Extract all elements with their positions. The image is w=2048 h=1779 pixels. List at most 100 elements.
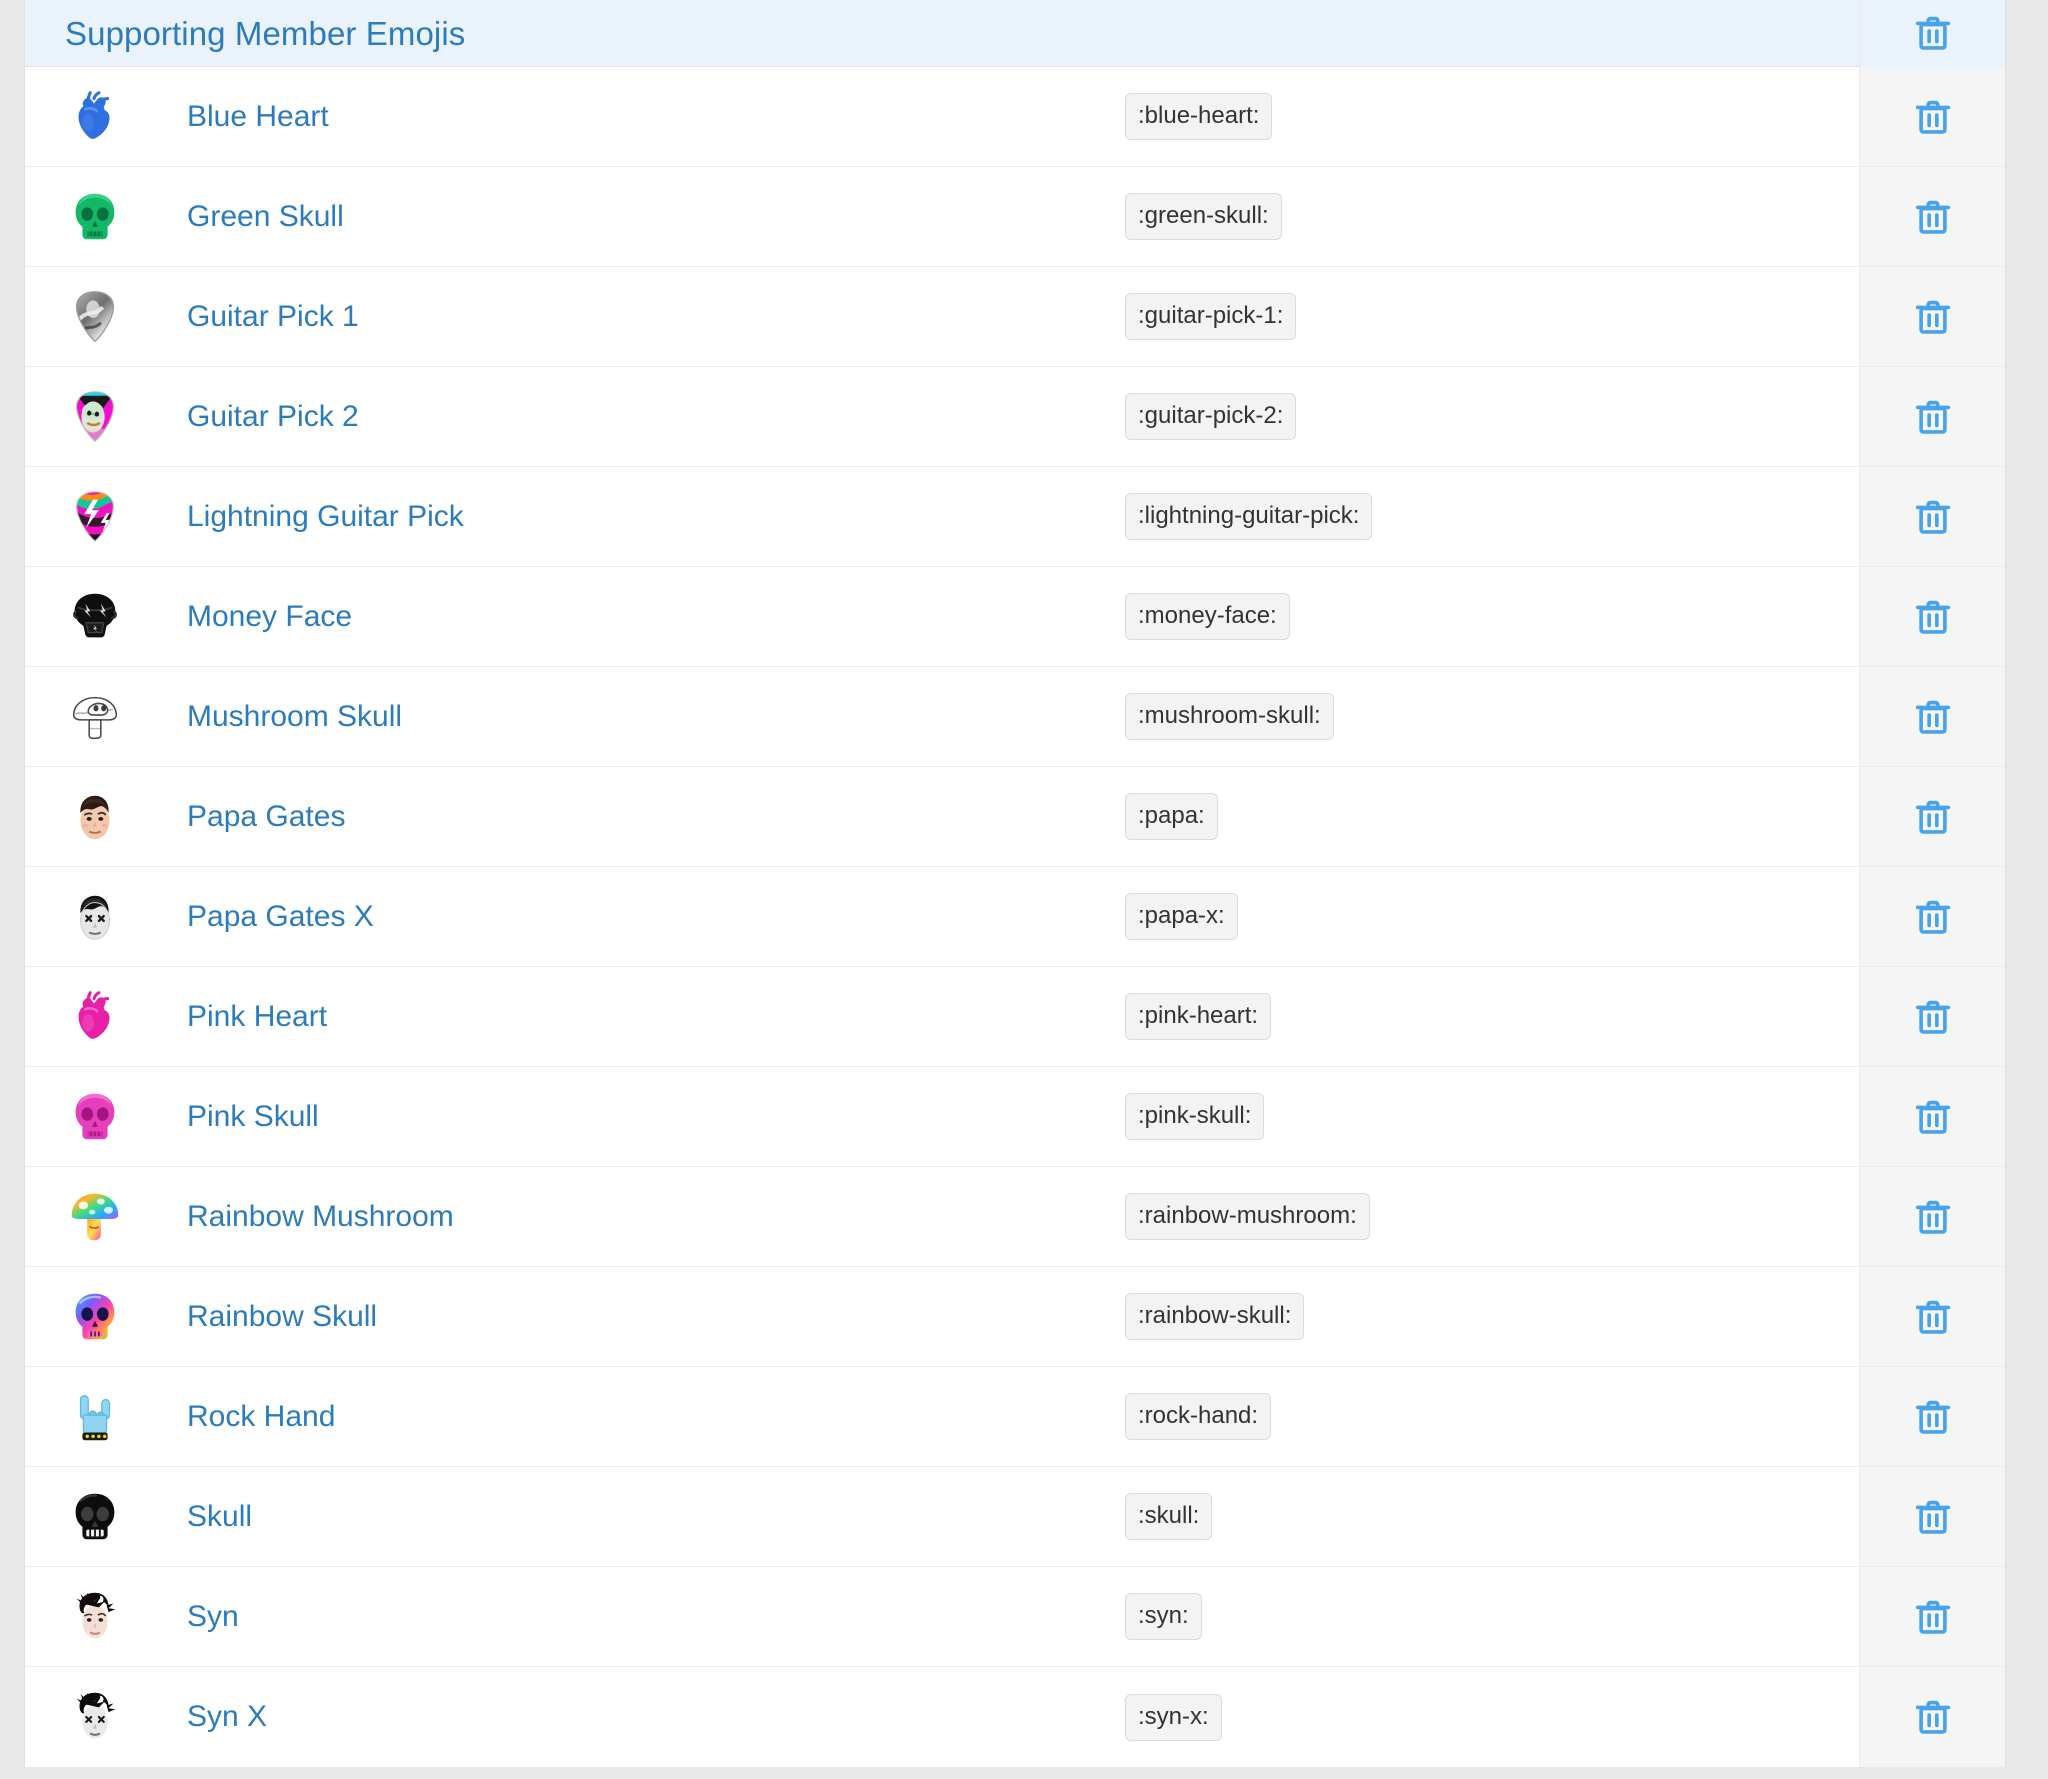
emoji-name-cell: Money Face [165,567,1115,666]
emoji-name-link[interactable]: Skull [187,1501,252,1532]
delete-emoji-button[interactable] [1905,1589,1961,1645]
table-row: Green Skull:green-skull: [25,167,2005,267]
table-row: Rock Hand :rock-hand: [25,1367,2005,1467]
emoji-preview-cell [25,967,165,1066]
table-body: Blue Heart:blue-heart: Green Skull:green… [25,67,2005,1767]
row-action-cell [1859,1667,2005,1767]
emoji-preview-cell [25,67,165,166]
emoji-preview-cell [25,1667,165,1767]
table-row: Mushroom Skull:mushroom-skull: [25,667,2005,767]
emoji-name-link[interactable]: Rainbow Skull [187,1301,377,1332]
page-title: Supporting Member Emojis [65,14,466,52]
trash-icon [1910,1594,1956,1640]
emoji-name-link[interactable]: Mushroom Skull [187,701,402,732]
emoji-code-cell: :rainbow-mushroom: [1115,1167,1859,1266]
delete-emoji-button[interactable] [1905,489,1961,545]
guitar-pick-2-emoji [64,386,126,448]
table-row: Papa Gates :papa: [25,767,2005,867]
emoji-name-cell: Pink Heart [165,967,1115,1066]
delete-emoji-button[interactable] [1905,1189,1961,1245]
delete-emoji-button[interactable] [1905,589,1961,645]
emoji-name-link[interactable]: Guitar Pick 2 [187,401,359,432]
trash-icon [1910,1094,1956,1140]
row-action-cell [1859,767,2005,866]
emoji-name-link[interactable]: Papa Gates [187,801,345,832]
delete-emoji-button[interactable] [1905,189,1961,245]
emoji-name-link[interactable]: Lightning Guitar Pick [187,501,464,532]
emoji-preview-cell [25,367,165,466]
emoji-code-cell: :skull: [1115,1467,1859,1566]
emoji-name-cell: Blue Heart [165,67,1115,166]
blue-heart-emoji [64,86,126,148]
emoji-code-cell: :rock-hand: [1115,1367,1859,1466]
row-action-cell [1859,967,2005,1066]
delete-emoji-button[interactable] [1905,689,1961,745]
delete-emoji-button[interactable] [1905,389,1961,445]
trash-icon [1910,894,1956,940]
row-action-cell [1859,1167,2005,1266]
row-action-cell [1859,1067,2005,1166]
emoji-name-cell: Rainbow Skull [165,1267,1115,1366]
delete-emoji-button[interactable] [1905,89,1961,145]
trash-icon [1910,794,1956,840]
emoji-name-link[interactable]: Syn X [187,1702,267,1732]
row-action-cell [1859,1567,2005,1666]
emoji-code-chip: :papa: [1125,793,1218,840]
emoji-name-link[interactable]: Guitar Pick 1 [187,301,359,332]
row-action-cell [1859,1467,2005,1566]
delete-all-button[interactable] [1905,5,1961,61]
rock-hand-emoji [64,1386,126,1448]
trash-icon [1910,1494,1956,1540]
emoji-name-cell: Skull [165,1467,1115,1566]
delete-emoji-button[interactable] [1905,289,1961,345]
emoji-name-cell: Lightning Guitar Pick [165,467,1115,566]
table-row: Money Face :money-face: [25,567,2005,667]
emoji-name-cell: Mushroom Skull [165,667,1115,766]
emoji-name-link[interactable]: Rainbow Mushroom [187,1201,454,1232]
emoji-code-cell: :guitar-pick-2: [1115,367,1859,466]
emoji-name-link[interactable]: Green Skull [187,201,344,232]
emoji-preview-cell [25,767,165,866]
trash-icon [1910,1294,1956,1340]
row-action-cell [1859,1267,2005,1366]
table-header-row: Supporting Member Emojis [25,0,2005,67]
emoji-name-link[interactable]: Papa Gates X [187,901,374,932]
emoji-name-link[interactable]: Pink Heart [187,1001,327,1032]
table-row: Guitar Pick 1 :guitar-pick-1: [25,267,2005,367]
emoji-code-chip: :money-face: [1125,593,1290,640]
delete-emoji-button[interactable] [1905,1089,1961,1145]
delete-emoji-button[interactable] [1905,989,1961,1045]
trash-icon [1910,394,1956,440]
delete-emoji-button[interactable] [1905,1289,1961,1345]
emoji-code-cell: :rainbow-skull: [1115,1267,1859,1366]
table-row: Rainbow Mushroom :rainbow-mushroom: [25,1167,2005,1267]
emoji-code-cell: :guitar-pick-1: [1115,267,1859,366]
emoji-name-link[interactable]: Pink Skull [187,1101,319,1132]
emoji-name-cell: Pink Skull [165,1067,1115,1166]
guitar-pick-1-emoji [64,286,126,348]
trash-icon [1910,1194,1956,1240]
trash-icon [1910,294,1956,340]
delete-emoji-button[interactable] [1905,1689,1961,1745]
emoji-code-chip: :pink-heart: [1125,993,1272,1040]
delete-emoji-button[interactable] [1905,889,1961,945]
delete-emoji-button[interactable] [1905,1389,1961,1445]
lightning-guitar-pick-emoji [64,486,126,548]
delete-emoji-button[interactable] [1905,789,1961,845]
emoji-code-cell: :papa: [1115,767,1859,866]
emoji-name-link[interactable]: Rock Hand [187,1401,335,1432]
emoji-code-cell: :papa-x: [1115,867,1859,966]
emoji-preview-cell [25,267,165,366]
delete-emoji-button[interactable] [1905,1489,1961,1545]
trash-icon [1910,10,1956,56]
emoji-name-link[interactable]: Syn [187,1601,239,1632]
table-row: Guitar Pick 2 :guitar-pick-2: [25,367,2005,467]
table-row: Rainbow Skull :rainbow-skull: [25,1267,2005,1367]
emoji-name-link[interactable]: Money Face [187,601,352,632]
money-face-emoji [64,586,126,648]
emoji-name-cell: Green Skull [165,167,1115,266]
emoji-code-chip: :pink-skull: [1125,1093,1265,1140]
skull-emoji [64,1486,126,1548]
emoji-name-link[interactable]: Blue Heart [187,101,329,132]
emoji-preview-cell [25,1467,165,1566]
